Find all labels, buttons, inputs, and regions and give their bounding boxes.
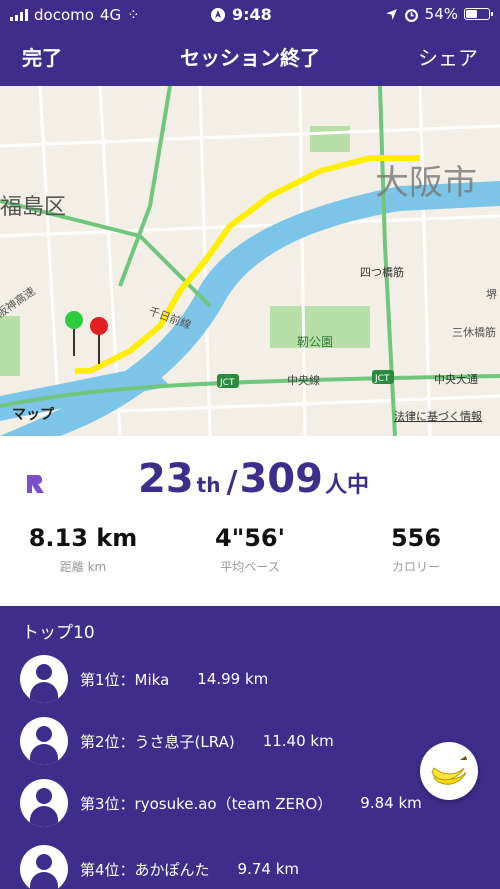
map-label-sakai: 堺 (486, 288, 497, 301)
signal-icon (10, 9, 28, 21)
leader-name: 第1位：Mika (80, 670, 170, 689)
status-left: docomo 4G ⁘ (10, 6, 140, 24)
stat-pace-label: 平均ペース (220, 560, 280, 574)
leader-row[interactable]: 第1位：Mika 14.99 km (20, 654, 268, 704)
leader-row[interactable]: 第3位：ryosuke.ao（team ZERO） 9.84 km (20, 778, 422, 828)
location-lock-icon (211, 7, 225, 22)
clock: 9:48 (232, 5, 272, 24)
map-label-jct-1: JCT (219, 378, 235, 388)
activity-icon: ⁘ (127, 6, 140, 24)
map-label-utsubo-park: 靭公園 (297, 335, 333, 349)
rank-suffix: th (196, 473, 221, 497)
battery-percent: 54% (424, 5, 458, 23)
leader-distance: 9.84 km (360, 794, 422, 812)
rank-display: 23 th / 309 人中 (138, 456, 369, 502)
legal-link[interactable]: 法律に基づく情報 (394, 408, 482, 424)
stat-calories: 556 カロリー (336, 524, 496, 575)
status-right: 54% (385, 5, 493, 23)
leader-row[interactable]: 第4位：あかぽんた 9.74 km (20, 844, 299, 889)
participant-total: 309 (239, 456, 323, 502)
leaderboard-heading: トップ10 (22, 623, 95, 643)
map-label-sankyubashi: 三休橋筋 (452, 325, 496, 339)
rank-slash: / (226, 465, 238, 500)
leader-distance: 9.74 km (237, 860, 300, 878)
stat-pace-value: 4"56' (215, 524, 285, 552)
share-button[interactable]: シェア (418, 42, 478, 71)
rank-number: 23 (138, 456, 194, 502)
user-avatar-icon (20, 845, 68, 889)
participant-unit: 人中 (324, 473, 369, 498)
stat-pace: 4"56' 平均ペース (170, 524, 330, 575)
user-avatar-icon (20, 655, 68, 703)
user-avatar-icon (20, 779, 68, 827)
leader-name: 第2位：うさ息子(LRA) (80, 732, 235, 751)
stat-distance-value: 8.13 km (28, 524, 138, 552)
map-label-fukushima: 福島区 (0, 195, 66, 220)
app-logo-icon (27, 475, 44, 493)
leader-name: 第4位：あかぽんた (80, 860, 210, 879)
status-center: 9:48 (210, 5, 272, 24)
banana-icon (431, 756, 467, 785)
leader-name: 第3位：ryosuke.ao（team ZERO） (80, 794, 333, 813)
apple-maps-logo: マップ (12, 404, 54, 424)
map-label-osaka: 大阪市 (375, 163, 477, 203)
map-logo-text: マップ (12, 407, 54, 423)
map-label-chuo-line: 中央線 (287, 373, 320, 387)
leader-distance: 11.40 km (262, 732, 334, 750)
map-label-jct-2: JCT (374, 374, 390, 384)
user-avatar-icon (20, 717, 68, 765)
result-summary: 23 th / 309 人中 8.13 km 距離 km 4"56' 平均ペース… (0, 436, 500, 606)
stat-calories-value: 556 (390, 524, 442, 552)
alarm-icon (404, 8, 418, 22)
nav-bar: 完了 セッション終了 シェア (0, 30, 500, 86)
banana-button[interactable] (420, 742, 478, 800)
stat-distance-label: 距離 km (59, 560, 107, 574)
route-map[interactable]: 福島区 大阪市 千日前線 四つ橋筋 靭公園 中央線 中央大通 JCT JCT 阪… (0, 86, 500, 436)
battery-icon (464, 8, 493, 20)
stat-distance: 8.13 km 距離 km (3, 524, 163, 575)
carrier-label: docomo (34, 6, 94, 24)
location-icon (385, 8, 397, 20)
stat-calories-label: カロリー (391, 560, 440, 574)
map-label-chuo-odori: 中央大通 (434, 372, 478, 386)
status-bar: docomo 4G ⁘ 9:48 54% (0, 0, 500, 30)
network-label: 4G (99, 6, 122, 24)
leader-distance: 14.99 km (197, 670, 269, 688)
map-label-yotsubashi: 四つ橋筋 (360, 265, 404, 279)
leader-row[interactable]: 第2位：うさ息子(LRA) 11.40 km (20, 716, 334, 766)
